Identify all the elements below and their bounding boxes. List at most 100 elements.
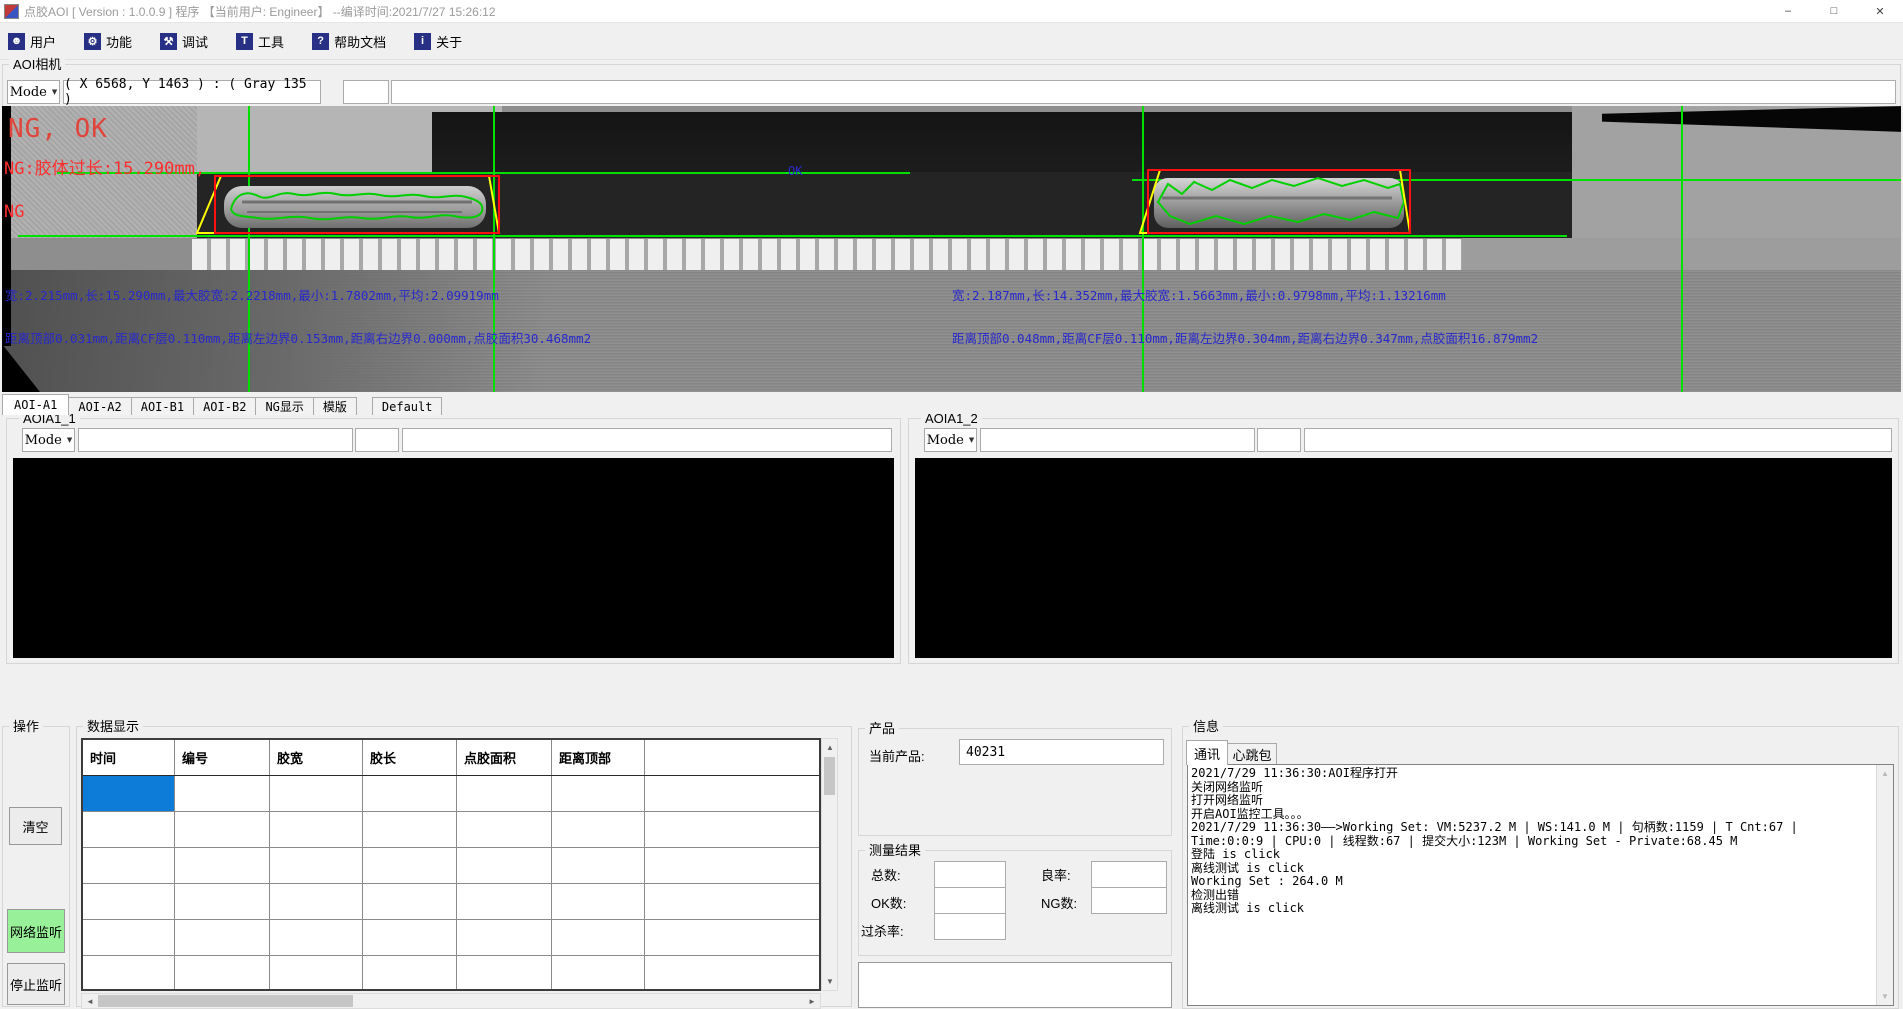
tab-template[interactable]: 模版 <box>313 397 357 415</box>
table-cell[interactable] <box>270 848 363 883</box>
table-cell[interactable] <box>83 848 175 883</box>
table-cell[interactable] <box>363 920 457 955</box>
table-cell[interactable] <box>645 848 819 883</box>
scroll-up-icon[interactable]: ▲ <box>1877 766 1893 781</box>
subpanel1-field-2[interactable] <box>355 428 399 452</box>
table-cell[interactable] <box>270 776 363 811</box>
table-cell[interactable] <box>175 848 270 883</box>
camera-field-long[interactable] <box>391 80 1896 104</box>
subpanel2-mode-dropdown[interactable]: Mode ▼ <box>924 428 977 452</box>
table-horizontal-scrollbar[interactable]: ◄ ► <box>81 993 821 1009</box>
table-cell[interactable] <box>645 812 819 847</box>
table-cell[interactable] <box>457 884 552 919</box>
subpanel1-field-1[interactable] <box>78 428 353 452</box>
col-header-distance-top[interactable]: 距离顶部 <box>552 740 645 775</box>
toolbar-item-help[interactable]: ? 帮助文档 <box>312 32 386 51</box>
subpanel1-camera-view[interactable] <box>13 458 894 658</box>
table-cell[interactable] <box>552 848 645 883</box>
subpanel1-mode-dropdown[interactable]: Mode ▼ <box>22 428 75 452</box>
tab-aoi-b2[interactable]: AOI-B2 <box>193 397 256 415</box>
table-cell[interactable] <box>363 956 457 991</box>
col-header-id[interactable]: 编号 <box>175 740 270 775</box>
table-cell[interactable] <box>270 884 363 919</box>
table-cell[interactable] <box>175 956 270 991</box>
table-cell[interactable] <box>175 812 270 847</box>
tab-aoi-a1[interactable]: AOI-A1 <box>2 394 69 415</box>
scroll-down-icon[interactable]: ▼ <box>822 974 838 989</box>
scroll-up-icon[interactable]: ▲ <box>822 740 838 755</box>
table-cell[interactable] <box>457 812 552 847</box>
table-cell[interactable] <box>645 884 819 919</box>
table-cell[interactable] <box>457 956 552 991</box>
toolbar-item-debug[interactable]: ⚒ 调试 <box>160 32 208 51</box>
col-header-glue-width[interactable]: 胶宽 <box>270 740 363 775</box>
table-cell[interactable] <box>83 956 175 991</box>
subpanel2-camera-view[interactable] <box>915 458 1892 658</box>
scroll-down-icon[interactable]: ▼ <box>1877 989 1893 1004</box>
ok-count-field[interactable] <box>934 887 1006 914</box>
maximize-button[interactable]: □ <box>1811 0 1857 22</box>
table-cell[interactable] <box>552 956 645 991</box>
communication-log[interactable]: 2021/7/29 11:36:30:AOI程序打开 关闭网络监听 打开网络监听… <box>1187 764 1894 1006</box>
scrollbar-thumb[interactable] <box>824 757 835 795</box>
table-cell[interactable] <box>175 776 270 811</box>
camera-field-small[interactable] <box>343 80 389 104</box>
tab-ng-display[interactable]: NG显示 <box>255 397 313 415</box>
table-cell[interactable] <box>175 920 270 955</box>
table-cell[interactable] <box>270 812 363 847</box>
table-cell[interactable] <box>552 884 645 919</box>
table-cell[interactable] <box>363 812 457 847</box>
yield-field[interactable] <box>1091 861 1167 888</box>
scrollbar-thumb[interactable] <box>98 995 353 1007</box>
scroll-right-icon[interactable]: ► <box>804 994 820 1009</box>
table-cell[interactable] <box>270 920 363 955</box>
table-cell[interactable] <box>645 920 819 955</box>
table-cell[interactable] <box>457 776 552 811</box>
toolbar-item-tools[interactable]: T 工具 <box>236 32 284 51</box>
table-cell[interactable] <box>457 920 552 955</box>
table-cell[interactable] <box>552 812 645 847</box>
tab-communication[interactable]: 通讯 <box>1186 740 1228 765</box>
table-cell[interactable] <box>270 956 363 991</box>
subpanel2-field-3[interactable] <box>1304 428 1892 452</box>
table-cell[interactable] <box>457 848 552 883</box>
table-cell[interactable] <box>363 884 457 919</box>
toolbar-item-function[interactable]: ⚙ 功能 <box>84 32 132 51</box>
camera-image-view[interactable]: NG, OK NG:胶体过长:15.290mm, NG OK 宽:2.215mm… <box>2 106 1901 392</box>
close-button[interactable]: ✕ <box>1857 0 1903 22</box>
log-vertical-scrollbar[interactable]: ▲ ▼ <box>1876 765 1893 1005</box>
table-cell[interactable] <box>363 776 457 811</box>
tab-aoi-b1[interactable]: AOI-B1 <box>131 397 194 415</box>
camera-mode-dropdown[interactable]: Mode ▼ <box>7 80 60 104</box>
network-listen-button[interactable]: 网络监听 <box>7 909 65 953</box>
table-cell[interactable] <box>552 776 645 811</box>
col-header-time[interactable]: 时间 <box>83 740 175 775</box>
tab-default[interactable]: Default <box>372 397 443 415</box>
subpanel2-field-2[interactable] <box>1257 428 1301 452</box>
col-header-glue-area[interactable]: 点胶面积 <box>457 740 552 775</box>
subpanel1-field-3[interactable] <box>402 428 892 452</box>
col-header-glue-length[interactable]: 胶长 <box>363 740 457 775</box>
table-cell[interactable] <box>83 812 175 847</box>
table-cell[interactable] <box>83 884 175 919</box>
table-cell[interactable] <box>552 920 645 955</box>
total-field[interactable] <box>934 861 1006 888</box>
toolbar-item-about[interactable]: i 关于 <box>414 32 462 51</box>
table-cell[interactable] <box>645 776 819 811</box>
overkill-field[interactable] <box>934 913 1006 940</box>
current-product-field[interactable]: 40231 <box>959 739 1164 765</box>
toolbar-item-user[interactable]: ☻ 用户 <box>8 32 56 51</box>
clear-button[interactable]: 清空 <box>9 807 62 845</box>
table-cell[interactable] <box>175 884 270 919</box>
scroll-left-icon[interactable]: ◄ <box>82 994 98 1009</box>
ng-count-field[interactable] <box>1091 887 1167 914</box>
table-cell[interactable] <box>645 956 819 991</box>
tab-heartbeat[interactable]: 心跳包 <box>1227 743 1277 765</box>
table-cell[interactable] <box>83 920 175 955</box>
minimize-button[interactable]: – <box>1765 0 1811 22</box>
table-vertical-scrollbar[interactable]: ▲ ▼ <box>821 738 838 991</box>
stop-listen-button[interactable]: 停止监听 <box>7 963 65 1005</box>
subpanel2-field-1[interactable] <box>980 428 1255 452</box>
table-cell[interactable] <box>363 848 457 883</box>
table-cell-selected[interactable] <box>83 776 175 811</box>
